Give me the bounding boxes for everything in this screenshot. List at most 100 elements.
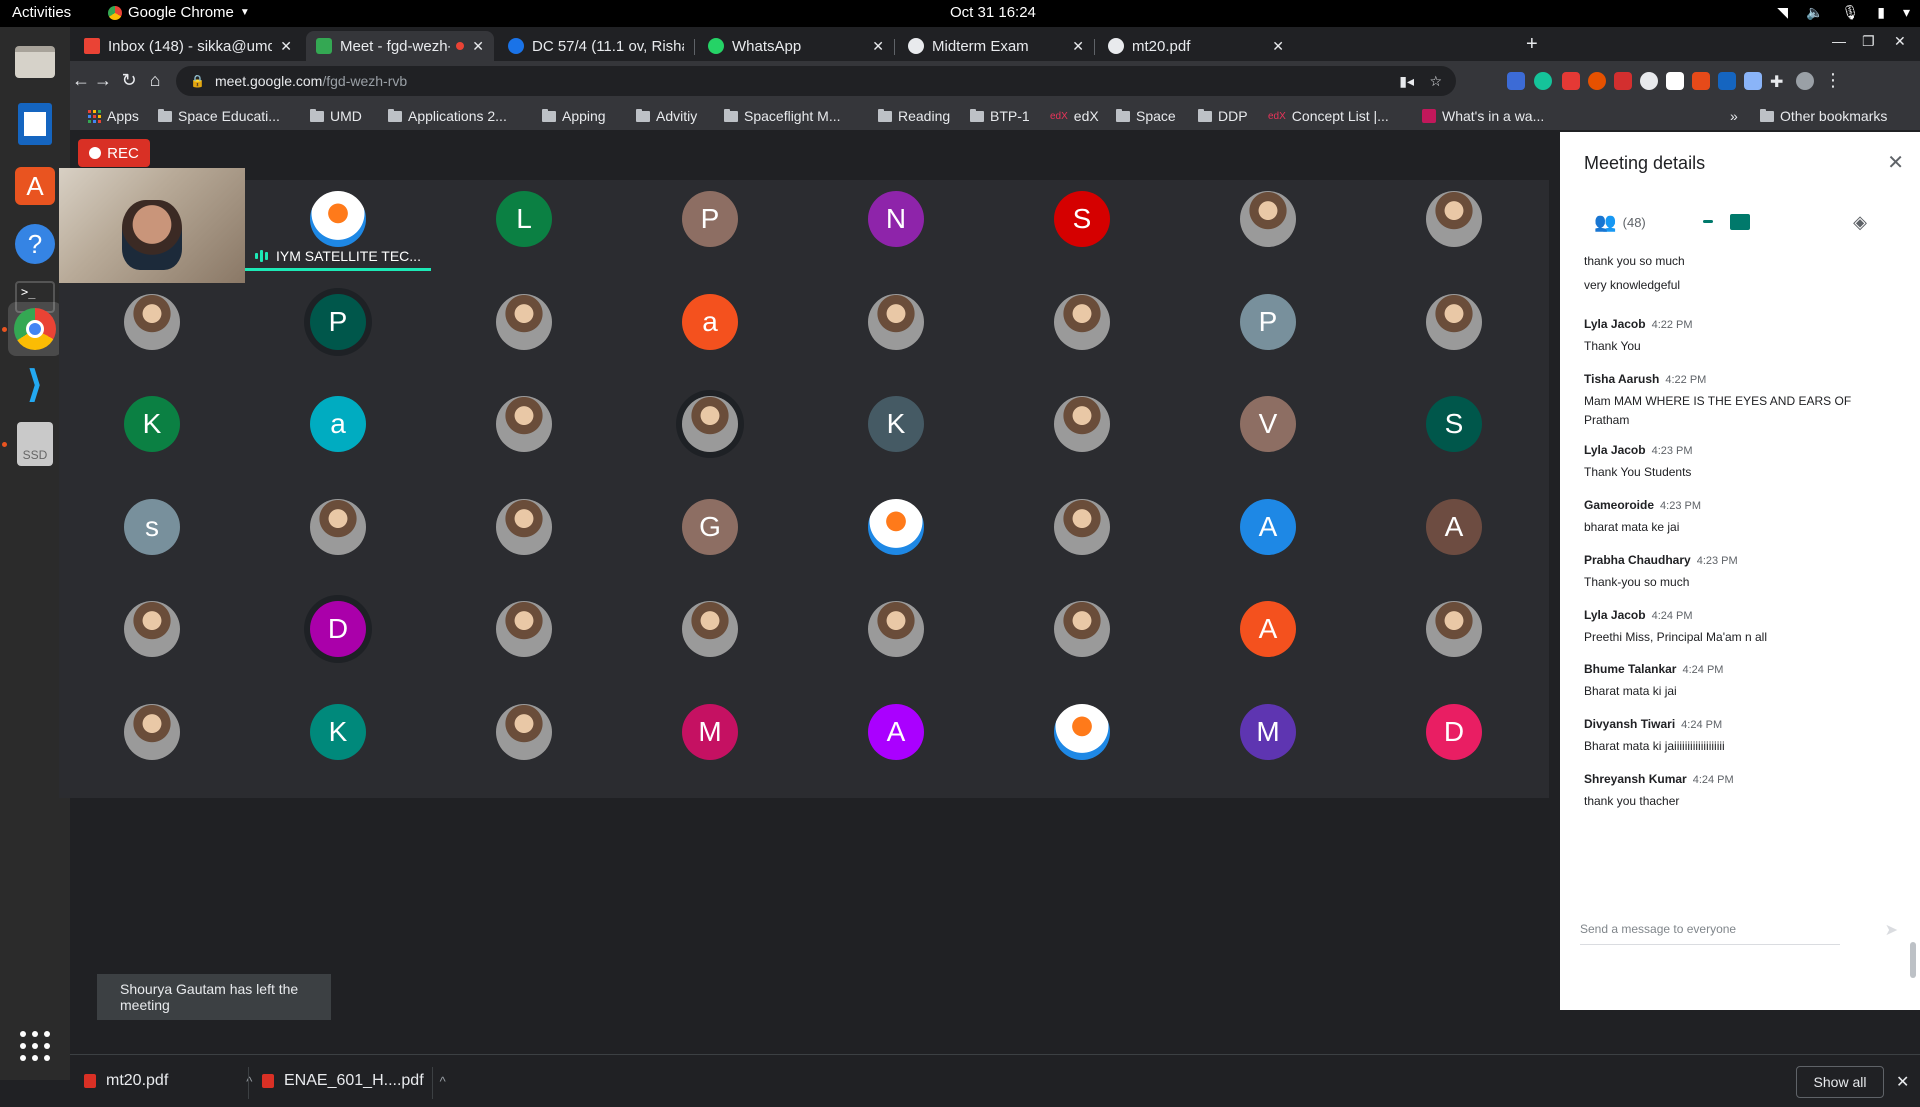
- app-menu[interactable]: Google Chrome ▼: [108, 4, 250, 21]
- participant-tile[interactable]: a: [617, 271, 803, 374]
- download-item[interactable]: mt20.pdf ^: [84, 1066, 252, 1096]
- bookmark-folder[interactable]: Space: [1116, 108, 1176, 124]
- participant-tile[interactable]: [59, 681, 245, 784]
- participant-tile[interactable]: M: [1175, 681, 1361, 784]
- close-icon[interactable]: ✕: [1887, 150, 1904, 175]
- participant-tile[interactable]: D: [245, 578, 431, 681]
- participant-tile[interactable]: S: [989, 168, 1175, 271]
- participant-tile[interactable]: [989, 271, 1175, 374]
- bookmarks-overflow-button[interactable]: »: [1730, 108, 1738, 124]
- participant-tile[interactable]: [1361, 578, 1547, 681]
- close-icon[interactable]: ✕: [1072, 38, 1084, 55]
- close-icon[interactable]: ✕: [872, 38, 884, 55]
- participant-tile[interactable]: A: [1361, 476, 1547, 579]
- close-icon[interactable]: ✕: [472, 38, 484, 55]
- participant-tile[interactable]: [1175, 168, 1361, 271]
- vscode-icon[interactable]: ⟩: [8, 357, 62, 411]
- bookmark-apps[interactable]: Apps: [88, 108, 139, 124]
- participant-tile[interactable]: G: [617, 476, 803, 579]
- participant-tile[interactable]: [803, 271, 989, 374]
- back-button[interactable]: ←: [70, 70, 92, 91]
- participant-tile[interactable]: [59, 578, 245, 681]
- participant-tile[interactable]: P: [245, 271, 431, 374]
- bookmark-other[interactable]: Other bookmarks: [1760, 108, 1887, 124]
- activities-button[interactable]: Activities: [12, 4, 71, 21]
- tab-pdf[interactable]: mt20.pdf ✕: [1098, 31, 1294, 61]
- participant-tile[interactable]: [1361, 168, 1547, 271]
- close-icon[interactable]: ✕: [1272, 38, 1284, 55]
- participant-tile[interactable]: [431, 578, 617, 681]
- bookmark-whats-in-a-wa[interactable]: What's in a wa...: [1422, 108, 1544, 124]
- show-applications-icon[interactable]: [8, 1019, 62, 1073]
- download-item[interactable]: ENAE_601_H....pdf ^: [262, 1066, 446, 1096]
- tab-activities[interactable]: ◈: [1800, 196, 1920, 248]
- ssd-drive-icon[interactable]: SSD: [8, 417, 62, 471]
- participant-tile[interactable]: A: [1175, 578, 1361, 681]
- participant-tile[interactable]: D: [1361, 681, 1547, 784]
- participant-tile[interactable]: [989, 373, 1175, 476]
- software-center-icon[interactable]: A: [8, 159, 62, 213]
- participant-tile[interactable]: [59, 271, 245, 374]
- participant-tile[interactable]: P: [617, 168, 803, 271]
- window-close-button[interactable]: ✕: [1894, 33, 1906, 50]
- participant-tile[interactable]: L: [431, 168, 617, 271]
- files-icon[interactable]: [8, 35, 62, 89]
- participant-tile[interactable]: s: [59, 476, 245, 579]
- participant-tile[interactable]: [617, 578, 803, 681]
- participant-tile[interactable]: [431, 681, 617, 784]
- home-button[interactable]: ⌂: [144, 70, 166, 91]
- participant-tile[interactable]: [803, 476, 989, 579]
- grammarly-icon[interactable]: [1534, 72, 1552, 90]
- extension-icon[interactable]: [1614, 72, 1632, 90]
- chevron-up-icon[interactable]: ^: [440, 1074, 446, 1089]
- forward-button[interactable]: →: [92, 70, 114, 91]
- ublock-icon[interactable]: [1692, 72, 1710, 90]
- participant-tile[interactable]: [431, 271, 617, 374]
- bookmark-concept-list[interactable]: edX Concept List |...: [1268, 108, 1389, 124]
- participant-tile[interactable]: [989, 681, 1175, 784]
- tab-meet[interactable]: Meet - fgd-wezh-rvb ✕: [306, 31, 494, 61]
- notion-icon[interactable]: [1666, 72, 1684, 90]
- bookmark-folder[interactable]: UMD: [310, 108, 362, 124]
- bookmark-folder[interactable]: Applications 2...: [388, 108, 507, 124]
- bookmark-folder[interactable]: Space Educati...: [158, 108, 280, 124]
- camera-icon[interactable]: ▮◂: [1399, 73, 1414, 90]
- reload-button[interactable]: ↻: [118, 70, 140, 91]
- participant-tile[interactable]: [245, 476, 431, 579]
- participant-tile[interactable]: N: [803, 168, 989, 271]
- participant-tile[interactable]: [989, 476, 1175, 579]
- help-icon[interactable]: ?: [8, 217, 62, 271]
- tab-people[interactable]: 👥 (48): [1560, 196, 1680, 248]
- bookmark-edx[interactable]: edX edX: [1050, 108, 1099, 124]
- tab-whatsapp[interactable]: WhatsApp ✕: [698, 31, 894, 61]
- participant-tile[interactable]: [617, 373, 803, 476]
- extension-icon[interactable]: [1507, 72, 1525, 90]
- bookmark-folder[interactable]: BTP-1: [970, 108, 1030, 124]
- tab-gmail[interactable]: Inbox (148) - sikka@umd. ✕: [74, 31, 302, 61]
- show-all-downloads-button[interactable]: Show all: [1796, 1066, 1884, 1098]
- bookmark-folder[interactable]: Spaceflight M...: [724, 108, 841, 124]
- tab-chat[interactable]: [1680, 196, 1800, 248]
- extension-icon[interactable]: [1718, 72, 1736, 90]
- extension-icon[interactable]: [1640, 72, 1658, 90]
- docs-icon[interactable]: [1744, 72, 1762, 90]
- participant-tile[interactable]: V: [1175, 373, 1361, 476]
- writer-icon[interactable]: [8, 97, 62, 151]
- send-icon[interactable]: ➤: [1885, 920, 1898, 940]
- bookmark-folder[interactable]: DDP: [1198, 108, 1248, 124]
- participant-tile[interactable]: K: [59, 373, 245, 476]
- participant-tile[interactable]: a: [245, 373, 431, 476]
- participant-tile[interactable]: A: [1175, 476, 1361, 579]
- bookmark-folder[interactable]: Reading: [878, 108, 950, 124]
- participant-tile[interactable]: [989, 578, 1175, 681]
- star-icon[interactable]: ☆: [1429, 73, 1442, 90]
- close-icon[interactable]: ✕: [1896, 1072, 1909, 1092]
- bookmark-folder[interactable]: Advitiy: [636, 108, 697, 124]
- minimize-button[interactable]: —: [1832, 33, 1846, 49]
- participant-tile[interactable]: A: [803, 681, 989, 784]
- chat-scrollbar[interactable]: [1910, 942, 1916, 978]
- puzzle-icon[interactable]: ✚: [1770, 72, 1788, 91]
- participant-tile[interactable]: [1361, 271, 1547, 374]
- participant-tile[interactable]: [431, 373, 617, 476]
- adblock-icon[interactable]: [1562, 72, 1580, 90]
